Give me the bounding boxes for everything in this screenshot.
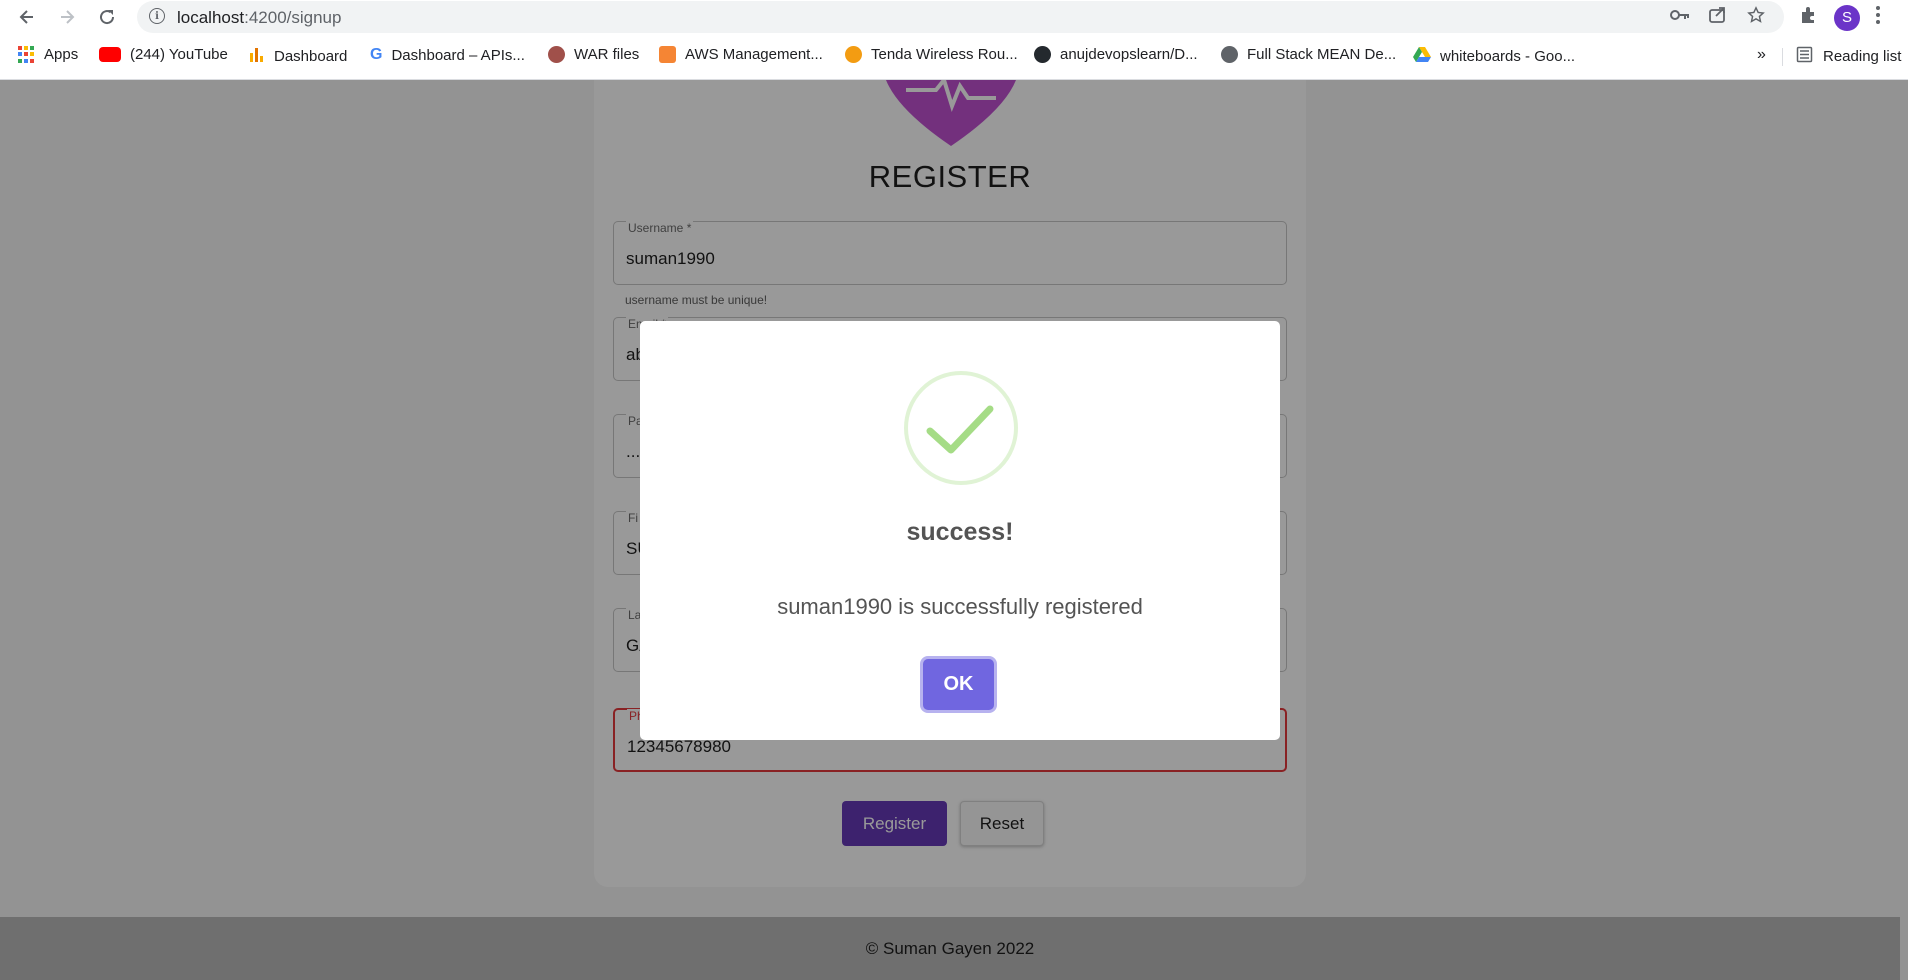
bookmarks-bar: Apps (244) YouTube Dashboard G Dashboard… <box>0 42 1908 70</box>
browser-toolbar: i localhost:4200/signup S <box>0 0 1908 34</box>
apps-grid-icon <box>18 46 35 63</box>
extensions-icon[interactable] <box>1798 4 1820 31</box>
url-text: localhost:4200/signup <box>177 8 342 27</box>
google-drive-icon <box>1413 46 1431 66</box>
bookmark-dashboard-apis[interactable]: G Dashboard – APIs... <box>370 46 525 64</box>
key-icon[interactable] <box>1670 6 1690 29</box>
profile-avatar[interactable]: S <box>1834 4 1860 31</box>
forward-icon[interactable] <box>54 4 80 30</box>
success-dialog: success! suman1990 is successfully regis… <box>640 321 1280 740</box>
share-icon[interactable] <box>1708 6 1728 29</box>
dialog-message: suman1990 is successfully registered <box>777 594 1143 619</box>
success-check-icon <box>904 371 1018 485</box>
dialog-title: success! <box>906 518 1014 546</box>
back-icon[interactable] <box>14 4 40 30</box>
bookmark-mean[interactable]: Full Stack MEAN De... <box>1221 46 1396 63</box>
bookmark-apps[interactable]: Apps <box>18 46 78 63</box>
jenkins-icon <box>548 46 565 63</box>
bookmarks-overflow-button[interactable]: » <box>1757 46 1766 64</box>
github-icon <box>1034 46 1051 63</box>
dashboard-icon <box>248 46 265 67</box>
bookmark-aws[interactable]: AWS Management... <box>659 46 823 63</box>
bookmark-star-icon[interactable] <box>1746 6 1766 29</box>
bookmark-whiteboards[interactable]: whiteboards - Goo... <box>1413 46 1575 66</box>
bookmark-github[interactable]: anujdevopslearn/D... <box>1034 46 1198 63</box>
bookmarks-divider <box>1782 48 1783 66</box>
reading-list-icon <box>1796 46 1813 67</box>
bookmark-dashboard[interactable]: Dashboard <box>248 46 347 67</box>
address-bar[interactable]: i localhost:4200/signup <box>137 1 1784 33</box>
google-icon: G <box>370 46 383 63</box>
globe-icon <box>1221 46 1238 63</box>
browser-chrome: i localhost:4200/signup S Apps (244) You… <box>0 0 1908 80</box>
reading-list-button[interactable]: Reading list <box>1796 46 1901 67</box>
youtube-icon <box>99 47 121 62</box>
aws-icon <box>659 46 676 63</box>
bookmark-war-files[interactable]: WAR files <box>548 46 639 63</box>
bookmark-youtube[interactable]: (244) YouTube <box>99 46 228 63</box>
site-info-icon[interactable]: i <box>149 8 165 24</box>
ok-button[interactable]: OK <box>923 659 994 710</box>
reload-icon[interactable] <box>94 4 120 30</box>
menu-kebab-icon[interactable] <box>1874 4 1882 31</box>
bookmark-tenda[interactable]: Tenda Wireless Rou... <box>845 46 1018 63</box>
tenda-icon <box>845 46 862 63</box>
